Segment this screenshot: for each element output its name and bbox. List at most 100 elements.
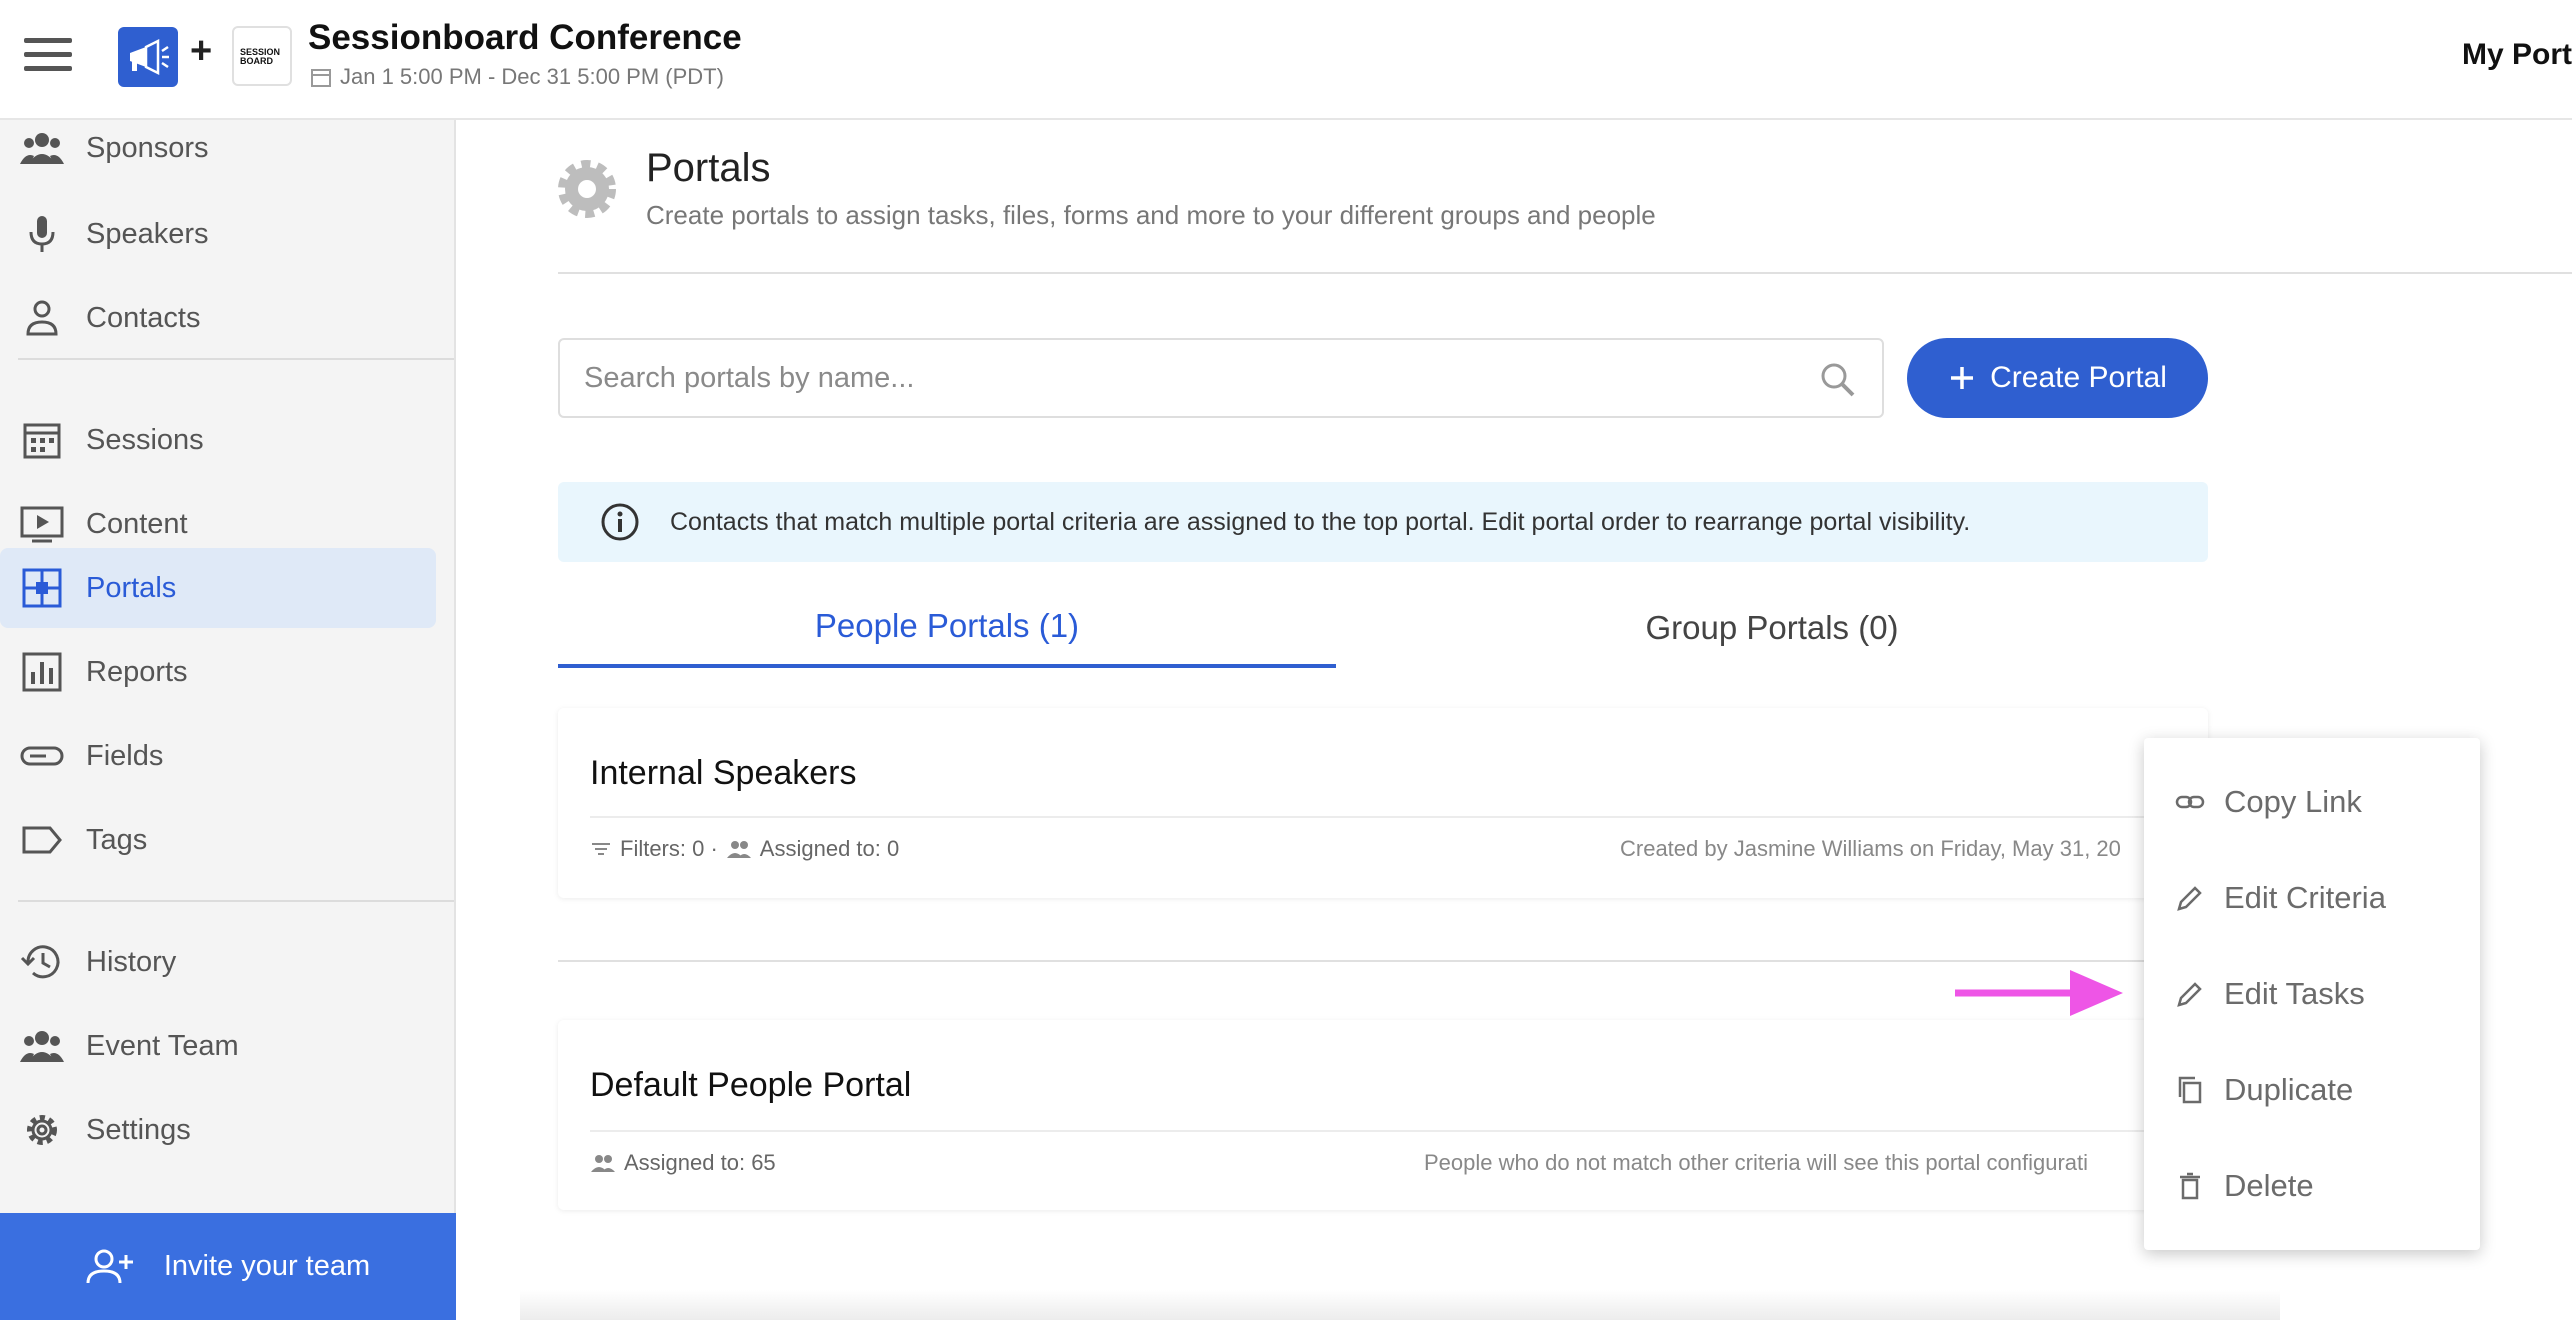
sidebar-item-label: Settings xyxy=(86,1113,191,1146)
sidebar-item-label: Content xyxy=(86,507,188,540)
tab-people-portals[interactable]: People Portals (1) xyxy=(558,588,1336,668)
page-subtitle: Create portals to assign tasks, files, f… xyxy=(646,200,1656,230)
plus-icon xyxy=(1951,367,1974,389)
portal-meta: Filters: 0 · Assigned to: 0 xyxy=(590,836,899,862)
group-icon xyxy=(20,128,64,168)
create-portal-label: Create Portal xyxy=(1990,361,2167,394)
default-portal-note: People who do not match other criteria w… xyxy=(1424,1150,2089,1175)
sidebar-item-label: Portals xyxy=(86,571,177,604)
portal-card[interactable]: Internal Speakers Filters: 0 · Assigned … xyxy=(558,708,2208,898)
sidebar-item-sponsors[interactable]: Sponsors xyxy=(0,120,436,188)
event-dates: Jan 1 5:00 PM - Dec 31 5:00 PM (PDT) xyxy=(310,64,724,90)
event-logo-megaphone-icon xyxy=(118,27,178,87)
sidebar-item-label: Speakers xyxy=(86,217,209,250)
sidebar-item-label: Sponsors xyxy=(86,131,209,164)
sidebar-item-contacts[interactable]: Contacts xyxy=(0,278,436,358)
menu-item-delete[interactable]: Delete xyxy=(2144,1141,2480,1231)
search-icon[interactable] xyxy=(1818,360,1858,405)
sidebar-divider xyxy=(18,900,454,902)
create-portal-button[interactable]: Create Portal xyxy=(1907,338,2208,418)
add-person-icon xyxy=(86,1249,133,1283)
sidebar-item-speakers[interactable]: Speakers xyxy=(0,194,436,274)
gear-icon xyxy=(556,158,618,220)
menu-item-label: Duplicate xyxy=(2224,1072,2354,1107)
default-portal-card[interactable]: Default People Portal Assigned to: 65 Pe… xyxy=(558,1020,2208,1210)
people-icon xyxy=(591,1155,615,1172)
trash-icon xyxy=(2174,1170,2206,1202)
sidebar-item-event-team[interactable]: Event Team xyxy=(0,1006,436,1086)
sidebar-item-history[interactable]: History xyxy=(0,922,436,1002)
search-input[interactable] xyxy=(584,358,1784,398)
portal-name[interactable]: Internal Speakers xyxy=(590,754,857,793)
sidebar-item-label: Reports xyxy=(86,655,188,688)
link-icon xyxy=(2174,786,2206,818)
sidebar-divider xyxy=(18,358,454,360)
menu-item-label: Edit Criteria xyxy=(2224,880,2386,915)
sessionboard-logo: SESSION BOARD xyxy=(232,26,292,86)
default-portal-name[interactable]: Default People Portal xyxy=(590,1066,911,1105)
default-portal-meta: Assigned to: 65 xyxy=(590,1150,776,1176)
people-icon xyxy=(726,841,751,858)
plus-separator: + xyxy=(190,30,213,72)
created-by-text: Created by Jasmine Williams on Friday, M… xyxy=(1620,836,2121,861)
field-icon xyxy=(20,736,64,776)
hamburger-menu-icon[interactable] xyxy=(24,38,72,74)
event-dates-text: Jan 1 5:00 PM - Dec 31 5:00 PM (PDT) xyxy=(340,64,724,89)
title-divider xyxy=(558,272,2572,274)
menu-item-label: Copy Link xyxy=(2224,784,2362,819)
card-divider xyxy=(590,816,2190,818)
menu-item-copy-link[interactable]: Copy Link xyxy=(2144,757,2480,847)
calendar-icon xyxy=(20,420,64,460)
bottom-shadow xyxy=(520,1290,2280,1320)
pencil-icon xyxy=(2174,978,2206,1010)
sidebar-item-label: Fields xyxy=(86,739,164,772)
sidebar-item-portals[interactable]: Portals xyxy=(0,548,436,628)
group-icon xyxy=(20,1026,64,1066)
portal-context-menu: Copy Link Edit Criteria Edit Tasks Dupli… xyxy=(2144,738,2480,1250)
search-box xyxy=(558,338,1884,418)
filters-count: Filters: 0 · xyxy=(620,836,718,861)
gear-icon xyxy=(20,1110,64,1150)
sidebar-item-label: Contacts xyxy=(86,301,201,334)
video-icon xyxy=(20,504,64,544)
event-title[interactable]: Sessionboard Conference xyxy=(308,18,742,58)
tab-group-portals[interactable]: Group Portals (0) xyxy=(1336,588,2208,668)
top-header: + SESSION BOARD Sessionboard Conference J… xyxy=(0,0,2572,120)
sidebar-item-label: Event Team xyxy=(86,1029,239,1062)
calendar-icon xyxy=(311,69,331,87)
sidebar-item-settings[interactable]: Settings xyxy=(0,1090,436,1170)
portal-icon xyxy=(20,568,64,608)
menu-item-edit-criteria[interactable]: Edit Criteria xyxy=(2144,853,2480,943)
card-divider xyxy=(590,1130,2190,1132)
sidebar: Sponsors Speakers Contacts Sessions Cont… xyxy=(0,120,456,1320)
tag-icon xyxy=(20,820,64,860)
menu-item-edit-tasks[interactable]: Edit Tasks xyxy=(2144,949,2480,1039)
sidebar-item-label: History xyxy=(86,945,177,978)
sidebar-item-fields[interactable]: Fields xyxy=(0,716,436,796)
sidebar-item-label: Tags xyxy=(86,823,148,856)
page-title: Portals xyxy=(646,146,771,190)
person-icon xyxy=(20,298,64,338)
sidebar-item-tags[interactable]: Tags xyxy=(0,800,436,880)
section-divider xyxy=(558,960,2208,962)
sidebar-item-label: Sessions xyxy=(86,423,204,456)
assigned-count: Assigned to: 65 xyxy=(624,1150,776,1175)
invite-team-button[interactable]: Invite your team xyxy=(0,1213,456,1320)
invite-team-label: Invite your team xyxy=(163,1250,371,1282)
sidebar-item-reports[interactable]: Reports xyxy=(0,632,436,712)
info-banner: Contacts that match multiple portal crit… xyxy=(558,482,2208,562)
filter-icon xyxy=(592,843,610,855)
assigned-count: Assigned to: 0 xyxy=(759,836,900,861)
annotation-arrow-icon xyxy=(1955,970,2123,1016)
copy-icon xyxy=(2174,1074,2206,1106)
menu-item-duplicate[interactable]: Duplicate xyxy=(2144,1045,2480,1135)
my-portal-link[interactable]: My Port xyxy=(2462,38,2572,72)
history-icon xyxy=(20,942,64,982)
microphone-icon xyxy=(20,214,64,254)
info-text: Contacts that match multiple portal crit… xyxy=(670,507,1971,536)
bar-chart-icon xyxy=(20,652,64,692)
info-icon xyxy=(600,502,640,547)
menu-item-label: Delete xyxy=(2224,1168,2314,1203)
menu-item-label: Edit Tasks xyxy=(2224,976,2365,1011)
sidebar-item-sessions[interactable]: Sessions xyxy=(0,400,436,480)
